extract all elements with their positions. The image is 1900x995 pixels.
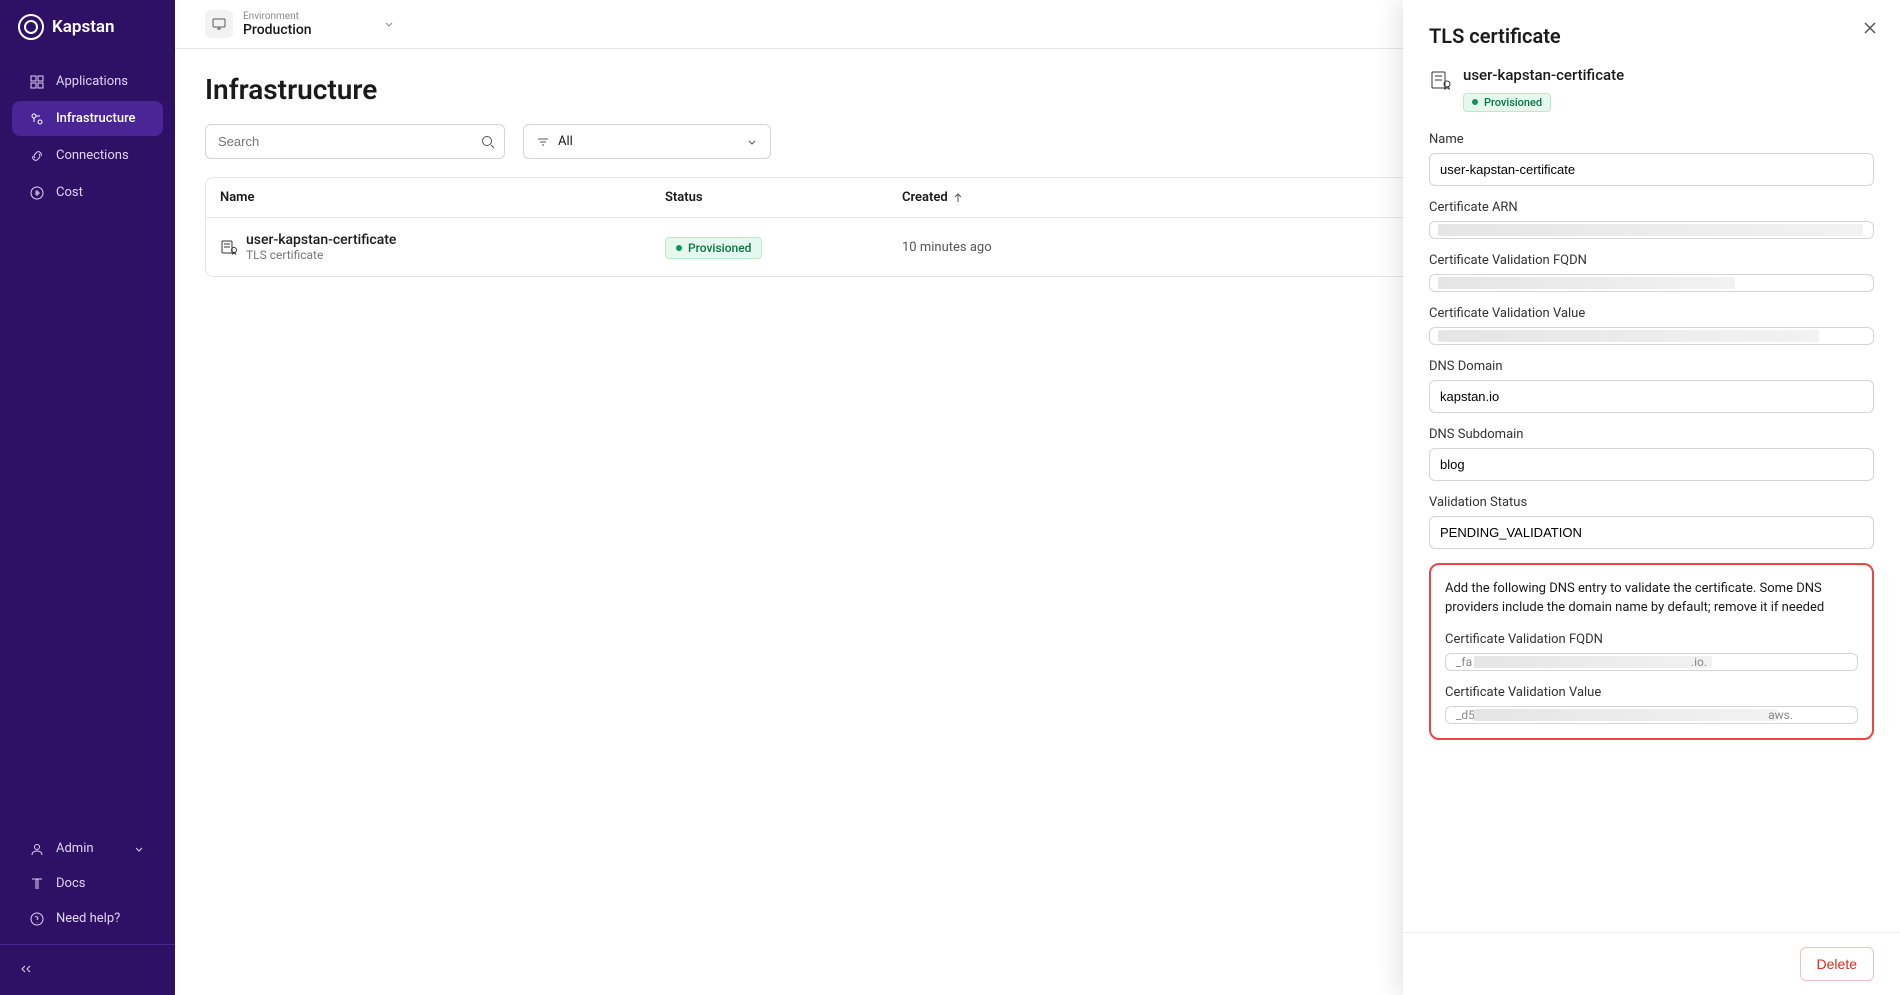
field-label-dns-domain: DNS Domain	[1429, 359, 1874, 374]
row-name: user-kapstan-certificate	[246, 232, 396, 248]
details-panel: TLS certificate user-kapstan-certificate…	[1403, 0, 1900, 995]
sidebar-item-label: Connections	[56, 148, 129, 163]
sidebar: Kapstan Applications Infrastructure Conn…	[0, 0, 175, 995]
value-input[interactable]	[1429, 327, 1874, 345]
cost-icon	[30, 186, 44, 200]
field-label-dns-subdomain: DNS Subdomain	[1429, 427, 1874, 442]
sidebar-item-label: Docs	[56, 876, 85, 891]
panel-title: TLS certificate	[1429, 24, 1874, 48]
callout-text: Add the following DNS entry to validate …	[1445, 579, 1858, 618]
sidebar-item-label: Cost	[56, 185, 83, 200]
delete-button[interactable]: Delete	[1800, 947, 1874, 981]
field-label-value: Certificate Validation Value	[1429, 306, 1874, 321]
table-header-name[interactable]: Name	[220, 190, 665, 205]
fqdn-input[interactable]	[1429, 274, 1874, 292]
certificate-icon	[1429, 68, 1453, 92]
chevron-down-icon	[746, 136, 758, 148]
sidebar-item-docs[interactable]: Docs	[12, 866, 163, 901]
validation-status-input[interactable]	[1429, 516, 1874, 549]
filter-dropdown[interactable]: All	[523, 124, 771, 159]
env-label: Environment	[243, 11, 312, 22]
environment-selector[interactable]: Environment Production	[205, 10, 396, 38]
field-label-arn: Certificate ARN	[1429, 200, 1874, 215]
callout-value-label: Certificate Validation Value	[1445, 685, 1858, 700]
callout-fqdn-label: Certificate Validation FQDN	[1445, 632, 1858, 647]
sidebar-item-label: Need help?	[56, 911, 120, 926]
filter-icon	[536, 135, 550, 149]
sidebar-item-cost[interactable]: Cost	[12, 175, 163, 210]
applications-icon	[30, 75, 44, 89]
sidebar-item-label: Applications	[56, 74, 128, 89]
sidebar-item-label: Admin	[56, 841, 94, 856]
field-label-name: Name	[1429, 132, 1874, 147]
chevron-down-icon	[133, 843, 145, 855]
help-icon	[30, 912, 44, 926]
status-badge: Provisioned	[665, 237, 762, 259]
search-input[interactable]	[205, 124, 505, 159]
arrow-up-icon	[952, 192, 964, 204]
sidebar-item-admin[interactable]: Admin	[12, 831, 163, 866]
search-icon	[481, 135, 495, 149]
docs-icon	[30, 877, 44, 891]
name-input[interactable]	[1429, 153, 1874, 186]
panel-cert-name: user-kapstan-certificate	[1463, 66, 1624, 84]
sidebar-item-connections[interactable]: Connections	[12, 138, 163, 173]
logo-icon	[18, 14, 44, 40]
sidebar-item-infrastructure[interactable]: Infrastructure	[12, 101, 163, 136]
sidebar-item-help[interactable]: Need help?	[12, 901, 163, 936]
callout-fqdn-input[interactable]: _fa .io.	[1445, 653, 1858, 671]
infrastructure-icon	[30, 112, 44, 126]
table-header-status[interactable]: Status	[665, 190, 902, 205]
certificate-icon	[220, 238, 238, 256]
logo-text: Kapstan	[52, 17, 115, 37]
field-label-fqdn: Certificate Validation FQDN	[1429, 253, 1874, 268]
status-badge: Provisioned	[1463, 93, 1551, 112]
chevron-down-icon	[382, 17, 396, 31]
env-value: Production	[243, 22, 312, 38]
filter-value: All	[558, 134, 573, 149]
collapse-sidebar-button[interactable]	[0, 953, 175, 985]
row-subtitle: TLS certificate	[246, 248, 396, 262]
logo[interactable]: Kapstan	[0, 0, 175, 54]
dns-subdomain-input[interactable]	[1429, 448, 1874, 481]
search-input-wrapper	[205, 124, 505, 159]
sidebar-item-label: Infrastructure	[56, 111, 136, 126]
close-button[interactable]	[1862, 20, 1878, 36]
arn-input[interactable]	[1429, 221, 1874, 239]
admin-icon	[30, 842, 44, 856]
callout-value-input[interactable]: _d5 aws.	[1445, 706, 1858, 724]
monitor-icon	[205, 10, 233, 38]
dns-domain-input[interactable]	[1429, 380, 1874, 413]
connections-icon	[30, 149, 44, 163]
field-label-validation-status: Validation Status	[1429, 495, 1874, 510]
sidebar-item-applications[interactable]: Applications	[12, 64, 163, 99]
dns-callout: Add the following DNS entry to validate …	[1429, 563, 1874, 740]
